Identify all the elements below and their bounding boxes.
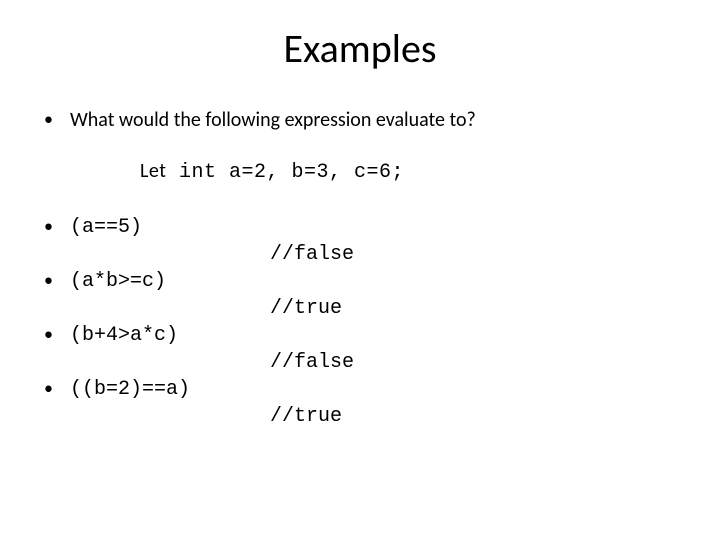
expression-text: (b+4>a*c): [70, 324, 178, 347]
expression-text: ((b=2)==a): [70, 378, 190, 401]
expression-text: (a==5): [70, 216, 142, 239]
slide-body: What would the following expression eval…: [0, 83, 720, 430]
result-text: //false: [70, 349, 690, 376]
intro-list: What would the following expression eval…: [30, 107, 690, 134]
list-item: (b+4>a*c) //false: [30, 322, 690, 376]
let-code: int a=2, b=3, c=6;: [179, 161, 404, 184]
intro-text: What would the following expression eval…: [70, 108, 476, 132]
list-item: (a==5) //false: [30, 214, 690, 268]
list-item: (a*b>=c) //true: [30, 268, 690, 322]
result-text: //true: [70, 295, 690, 322]
intro-bullet: What would the following expression eval…: [30, 107, 690, 134]
list-item: ((b=2)==a) //true: [30, 376, 690, 430]
result-text: //false: [70, 241, 690, 268]
slide: Examples What would the following expres…: [0, 0, 720, 540]
let-line: Let int a=2, b=3, c=6;: [140, 158, 690, 186]
slide-title: Examples: [0, 0, 720, 83]
expression-list: (a==5) //false (a*b>=c) //true (b+4>a*c)…: [30, 214, 690, 430]
expression-text: (a*b>=c): [70, 270, 166, 293]
result-text: //true: [70, 403, 690, 430]
let-word: Let: [140, 159, 166, 183]
